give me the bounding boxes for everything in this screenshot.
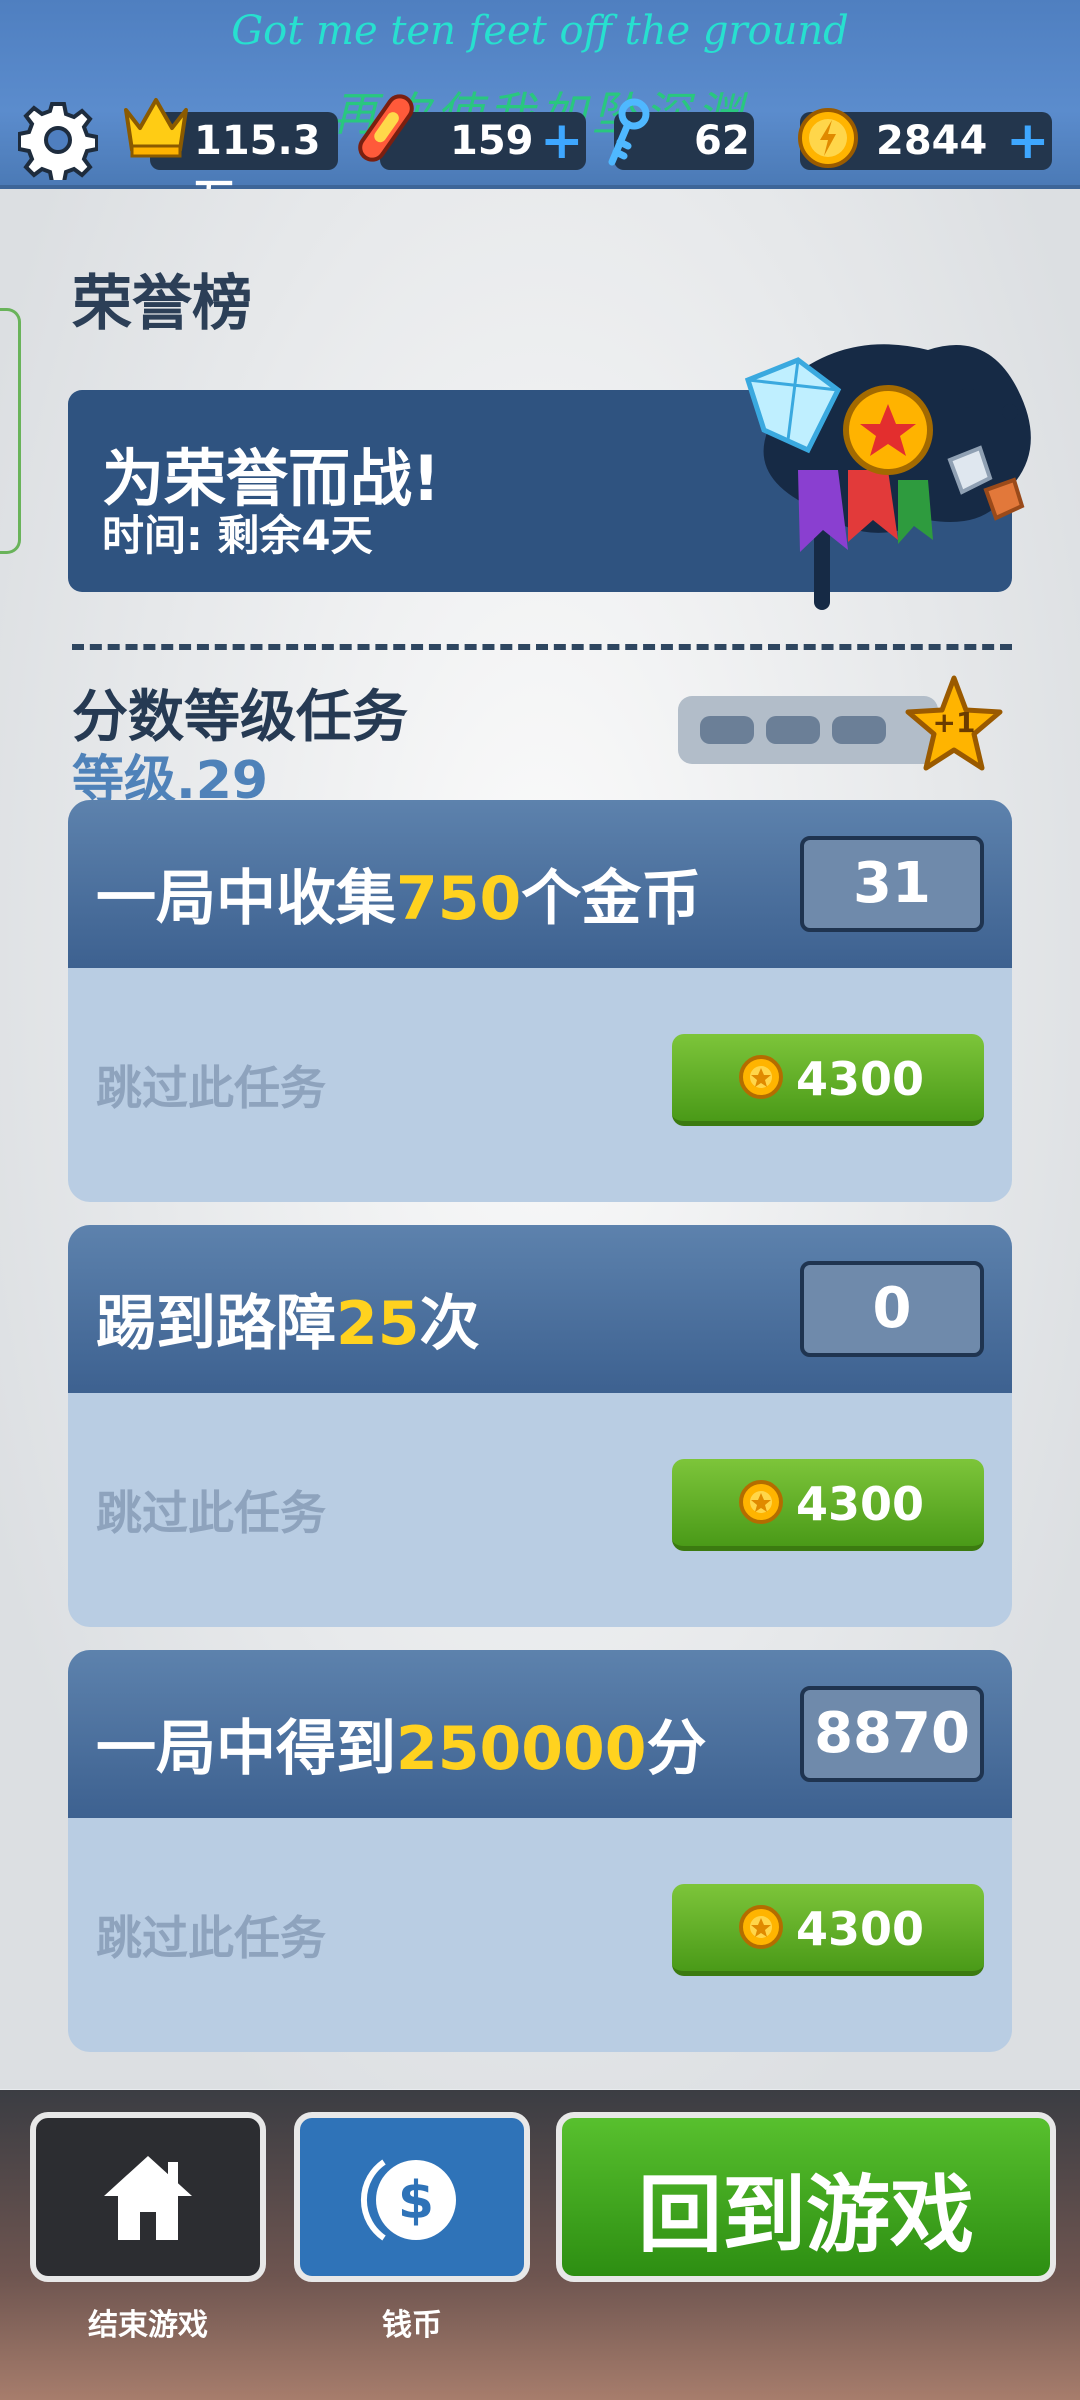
- side-edge-tab[interactable]: [0, 308, 21, 554]
- key-icon: [608, 98, 650, 166]
- end-game-label: 结束游戏: [88, 2308, 208, 2343]
- skip-mission-label: 跳过此任务: [96, 1061, 326, 1115]
- back-to-game-label: 回到游戏: [637, 2166, 974, 2264]
- mission-task-text: 一局中得到250000分: [96, 1700, 707, 1787]
- progress-segment: [832, 716, 886, 744]
- mission-progress-count: 8870: [800, 1686, 984, 1782]
- mission-task-suffix: 次: [419, 1289, 480, 1359]
- mission-task-suffix: 分: [646, 1714, 707, 1784]
- mission-card: 一局中收集750个金币 31 跳过此任务 4300: [68, 800, 1012, 1202]
- coin-icon: [739, 1480, 783, 1524]
- mission-task-target: 25: [336, 1289, 420, 1359]
- score-pill: 115.3万: [124, 98, 338, 222]
- mission-card: 踢到路障25次 0 跳过此任务 4300: [68, 1225, 1012, 1627]
- lyric-line-1: Got me ten feet off the ground: [231, 8, 849, 54]
- mission-task-target: 250000: [396, 1714, 647, 1784]
- end-game-button[interactable]: [30, 2112, 266, 2282]
- mission-task-text: 踢到路障25次: [96, 1275, 480, 1362]
- coin-icon: [798, 108, 858, 168]
- banner-time-left: 时间: 剩余4天: [102, 511, 373, 560]
- crown-icon: [124, 98, 188, 158]
- mission-progress-count: 0: [800, 1261, 984, 1357]
- home-icon: [104, 2156, 192, 2240]
- mission-progress-count: 31: [800, 836, 984, 932]
- skip-mission-label: 跳过此任务: [96, 1911, 326, 1965]
- mission-task-prefix: 一局中收集: [96, 864, 396, 934]
- settings-gear-icon[interactable]: [18, 100, 98, 180]
- mission-progress-bar: [678, 696, 938, 764]
- medals-badge-icon: [744, 344, 1031, 610]
- skip-mission-button[interactable]: 4300: [672, 1034, 984, 1126]
- star-reward-label: +1: [932, 706, 976, 739]
- mission-task-suffix: 个金币: [521, 864, 702, 934]
- back-to-game-button[interactable]: 回到游戏: [556, 2112, 1056, 2282]
- coins-pill: 2844 +: [798, 108, 1052, 170]
- coins-label: 钱币: [382, 2308, 442, 2343]
- section-divider: [72, 644, 1012, 650]
- add-boards-button[interactable]: +: [540, 114, 584, 168]
- top-currency-bar: Got me ten feet off the ground 再次使我如坠深渊 …: [0, 0, 1080, 222]
- mission-task-prefix: 踢到路障: [96, 1289, 336, 1359]
- mission-card-header: 一局中收集750个金币 31: [68, 800, 1012, 968]
- keys-value: 62: [694, 118, 750, 164]
- skip-cost: 4300: [796, 1477, 925, 1531]
- boards-pill: 159 +: [358, 94, 586, 170]
- page-title: 荣誉榜: [72, 269, 252, 339]
- mission-task-text: 一局中收集750个金币: [96, 850, 701, 937]
- mission-card-header: 一局中得到250000分 8870: [68, 1650, 1012, 1818]
- coin-icon: [739, 1905, 783, 1949]
- progress-segment: [700, 716, 754, 744]
- hoverboard-icon: [358, 94, 414, 162]
- skip-cost: 4300: [796, 1052, 925, 1106]
- skip-mission-button[interactable]: 4300: [672, 1884, 984, 1976]
- dollar-coin-icon: $: [360, 2159, 456, 2241]
- coin-icon: [739, 1055, 783, 1099]
- mission-card: 一局中得到250000分 8870 跳过此任务 4300: [68, 1650, 1012, 2052]
- coins-value: 2844: [876, 118, 988, 164]
- coins-shop-button[interactable]: $: [294, 2112, 530, 2282]
- svg-text:$: $: [398, 2171, 434, 2231]
- keys-pill: 62: [608, 98, 754, 170]
- skip-cost: 4300: [796, 1902, 925, 1956]
- mission-task-prefix: 一局中得到: [96, 1714, 396, 1784]
- skip-mission-button[interactable]: 4300: [672, 1459, 984, 1551]
- boards-value: 159: [450, 118, 534, 164]
- skip-mission-label: 跳过此任务: [96, 1486, 326, 1540]
- mission-card-header: 踢到路障25次 0: [68, 1225, 1012, 1393]
- mission-task-target: 750: [396, 864, 522, 934]
- progress-segment: [766, 716, 820, 744]
- add-coins-button[interactable]: +: [1006, 114, 1050, 168]
